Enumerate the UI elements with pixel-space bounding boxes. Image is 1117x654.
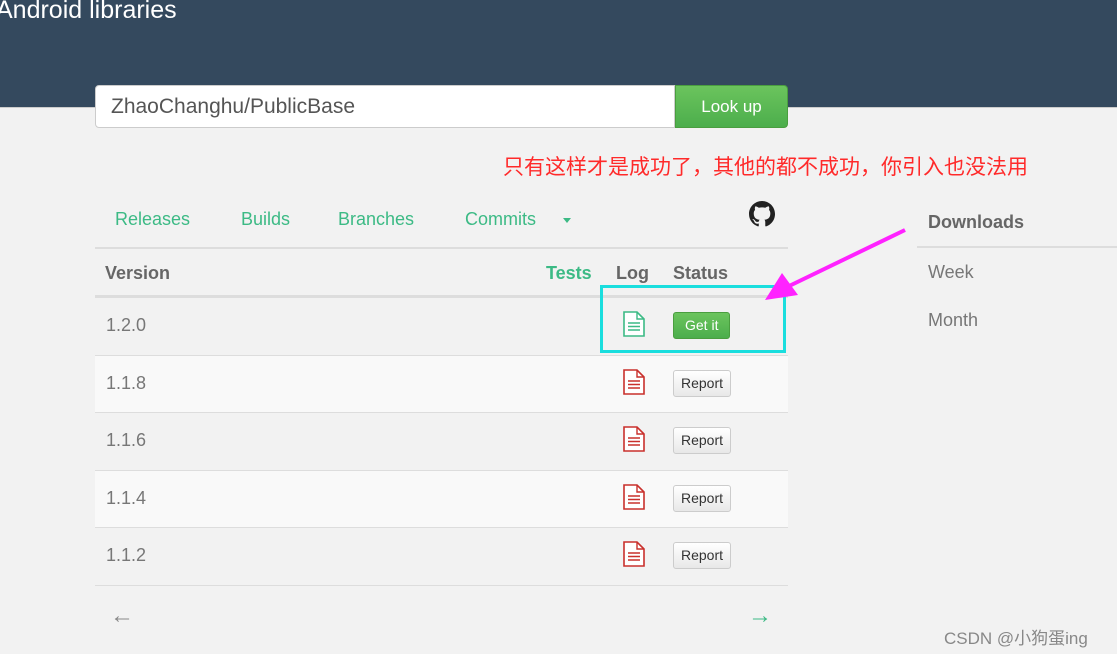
version-label: 1.1.8 [106, 372, 147, 393]
version-label: 1.1.6 [106, 430, 147, 450]
search-input[interactable] [95, 85, 675, 128]
github-icon[interactable] [749, 201, 775, 227]
look-up-button[interactable]: Look up [675, 85, 788, 128]
header-tests[interactable]: Tests [546, 263, 592, 284]
header-status: Status [673, 263, 729, 283]
prev-page-link[interactable]: ← [110, 602, 134, 630]
header-version: Version [105, 263, 171, 283]
version-label: 1.2.0 [106, 315, 147, 335]
downloads-week[interactable]: Week [917, 248, 1117, 296]
table-row: 1.1.2 Report [95, 528, 788, 586]
downloads-title: Downloads [917, 205, 1117, 248]
report-button[interactable]: Report [673, 427, 732, 454]
log-document-icon[interactable] [623, 426, 645, 452]
next-page-link[interactable]: → [748, 602, 772, 630]
header-log: Log [616, 263, 649, 283]
table-row: 1.1.4 Report [95, 470, 788, 528]
log-document-icon[interactable] [623, 541, 645, 567]
report-button[interactable]: Report [673, 369, 732, 397]
chevron-down-icon[interactable] [563, 218, 571, 227]
tab-releases[interactable]: Releases [115, 209, 190, 230]
log-document-icon[interactable] [623, 368, 645, 395]
version-label: 1.1.2 [106, 545, 147, 565]
downloads-panel: Downloads Week Month [917, 205, 1117, 344]
downloads-month[interactable]: Month [917, 296, 1117, 344]
tab-branches[interactable]: Branches [338, 209, 414, 230]
version-label: 1.1.4 [106, 487, 147, 508]
report-button[interactable]: Report [673, 542, 732, 569]
brand-title[interactable]: Android libraries [0, 0, 177, 25]
tab-commits[interactable]: Commits [465, 209, 536, 230]
report-button[interactable]: Report [673, 484, 732, 512]
annotation-arrow [765, 228, 906, 300]
tab-builds[interactable]: Builds [241, 209, 290, 230]
table-row: 1.1.8 Report [95, 355, 788, 413]
log-document-icon[interactable] [623, 483, 645, 510]
tabs: Releases Builds Branches Commits [95, 201, 788, 249]
watermark: CSDN @小狗蛋ing [944, 629, 1088, 648]
annotation-text: 只有这样才是成功了，其他的都不成功，你引入也没法用 [503, 156, 1028, 179]
table-row: 1.1.6 Report [95, 413, 788, 471]
highlight-box [600, 285, 786, 353]
